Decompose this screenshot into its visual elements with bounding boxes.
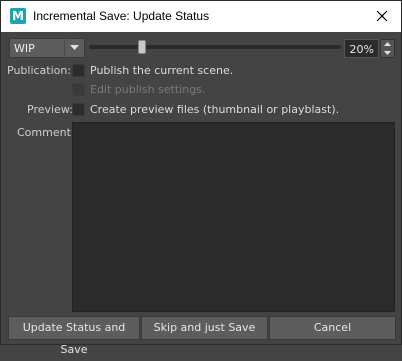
preview-checkbox[interactable] <box>72 103 85 116</box>
publish-checkbox[interactable] <box>72 64 85 77</box>
close-button[interactable] <box>369 5 395 27</box>
title-bar: M Incremental Save: Update Status <box>1 1 401 32</box>
maya-app-icon: M <box>10 8 26 24</box>
publish-checkbox-label: Publish the current scene. <box>90 64 234 77</box>
percent-field[interactable]: 20% <box>344 39 379 58</box>
completion-slider-handle[interactable] <box>137 40 146 54</box>
dropdown-arrow-button[interactable] <box>64 39 84 57</box>
close-icon <box>376 10 388 22</box>
preview-checkbox-label: Create preview files (thumbnail or playb… <box>90 103 340 116</box>
preview-label: Preview: <box>27 103 73 116</box>
skip-and-save-button[interactable]: Skip and just Save <box>141 316 268 340</box>
spin-down-button[interactable] <box>381 49 394 57</box>
spin-up-button[interactable] <box>381 40 394 48</box>
percent-value: 20% <box>349 43 374 56</box>
chevron-down-icon <box>70 45 79 50</box>
status-value: WIP <box>14 42 35 55</box>
edit-publish-checkbox-label: Edit publish settings. <box>90 83 206 96</box>
comment-label: Comment: <box>17 126 75 139</box>
status-dropdown[interactable]: WIP <box>9 38 85 58</box>
comment-textarea[interactable] <box>72 122 395 312</box>
cancel-button[interactable]: Cancel <box>269 316 396 340</box>
window-title: Incremental Save: Update Status <box>33 9 210 23</box>
update-status-and-save-button[interactable]: Update Status and Save <box>8 316 140 356</box>
percent-spinner[interactable] <box>380 39 395 58</box>
edit-publish-checkbox[interactable] <box>72 83 85 96</box>
arrow-up-icon <box>384 42 391 46</box>
publication-label: Publication: <box>7 64 72 77</box>
dialog-window: M Incremental Save: Update Status WIP 20… <box>0 0 402 356</box>
completion-slider-track[interactable] <box>89 45 341 49</box>
arrow-down-icon <box>384 51 391 55</box>
